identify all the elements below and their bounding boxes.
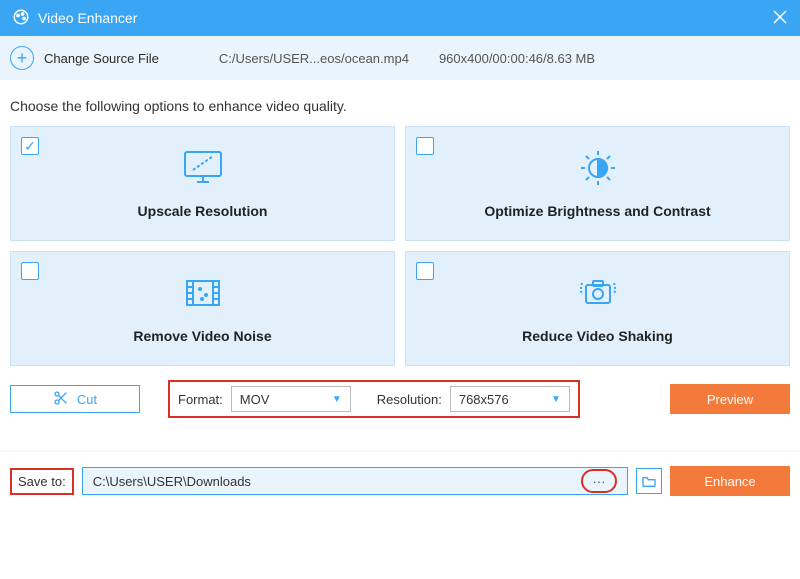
change-source-link[interactable]: Change Source File	[44, 51, 159, 66]
sun-icon	[574, 148, 622, 193]
cut-button[interactable]: Cut	[10, 385, 140, 413]
save-path-field[interactable]: C:\Users\USER\Downloads ···	[82, 467, 628, 495]
source-path: C:/Users/USER...eos/ocean.mp4	[219, 51, 409, 66]
save-path-value: C:\Users\USER\Downloads	[93, 474, 251, 489]
save-to-label: Save to:	[10, 468, 74, 495]
cut-label: Cut	[77, 392, 97, 407]
options-grid: ✓ Upscale Resolution Optimize Brightness…	[0, 126, 800, 366]
chevron-down-icon: ▼	[551, 394, 561, 405]
format-section: Format: MOV ▼ Resolution: 768x576 ▼	[168, 380, 580, 418]
option-upscale-resolution[interactable]: ✓ Upscale Resolution	[10, 126, 395, 241]
format-row: Cut Format: MOV ▼ Resolution: 768x576 ▼ …	[0, 366, 800, 432]
checkbox-brightness[interactable]	[416, 137, 434, 155]
option-brightness-contrast[interactable]: Optimize Brightness and Contrast	[405, 126, 790, 241]
checkbox-shaking[interactable]	[416, 262, 434, 280]
monitor-icon	[179, 148, 227, 193]
resolution-dropdown[interactable]: 768x576 ▼	[450, 386, 570, 412]
browse-button[interactable]: ···	[581, 469, 617, 493]
instruction-text: Choose the following options to enhance …	[0, 80, 800, 126]
add-source-button[interactable]: +	[10, 46, 34, 70]
titlebar: Video Enhancer	[0, 0, 800, 36]
resolution-label: Resolution:	[377, 392, 442, 407]
option-label: Remove Video Noise	[133, 328, 271, 344]
palette-icon	[12, 8, 30, 29]
source-info: 960x400/00:00:46/8.63 MB	[439, 51, 595, 66]
open-folder-button[interactable]	[636, 468, 662, 494]
resolution-value: 768x576	[459, 392, 509, 407]
camera-shake-icon	[574, 273, 622, 318]
option-reduce-shaking[interactable]: Reduce Video Shaking	[405, 251, 790, 366]
enhance-button[interactable]: Enhance	[670, 466, 790, 496]
option-label: Reduce Video Shaking	[522, 328, 673, 344]
checkbox-upscale[interactable]: ✓	[21, 137, 39, 155]
option-remove-noise[interactable]: Remove Video Noise	[10, 251, 395, 366]
source-bar: + Change Source File C:/Users/USER...eos…	[0, 36, 800, 80]
close-icon[interactable]	[772, 9, 788, 28]
window-title: Video Enhancer	[38, 10, 137, 26]
checkbox-noise[interactable]	[21, 262, 39, 280]
format-value: MOV	[240, 392, 270, 407]
format-dropdown[interactable]: MOV ▼	[231, 386, 351, 412]
filmstrip-icon	[179, 273, 227, 318]
save-row: Save to: C:\Users\USER\Downloads ··· Enh…	[0, 452, 800, 510]
format-label: Format:	[178, 392, 223, 407]
chevron-down-icon: ▼	[332, 394, 342, 405]
option-label: Optimize Brightness and Contrast	[484, 203, 710, 219]
option-label: Upscale Resolution	[138, 203, 268, 219]
scissors-icon	[53, 390, 69, 409]
preview-button[interactable]: Preview	[670, 384, 790, 414]
